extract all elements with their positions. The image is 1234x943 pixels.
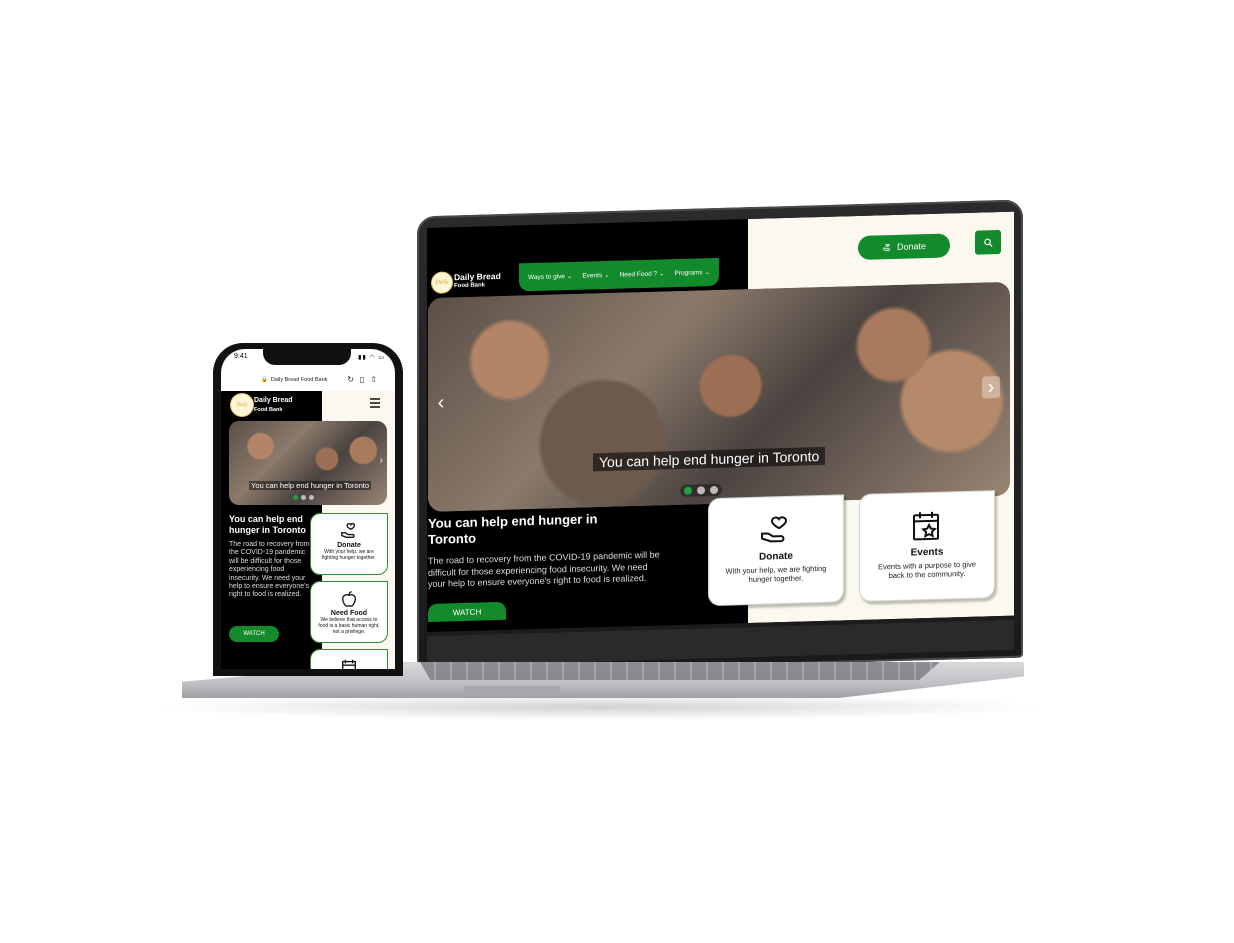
card-title: Events: [910, 546, 944, 559]
card-title: Need Food: [330, 610, 368, 617]
page-heading: You can help end hunger in Toronto: [229, 514, 306, 535]
hand-heart-icon: [341, 522, 356, 538]
carousel-dot[interactable]: [710, 485, 718, 495]
status-time: 9:41: [234, 353, 248, 360]
hero-caption: You can help end hunger in Toronto: [593, 446, 826, 472]
chevron-down-icon: ⌄: [604, 271, 610, 280]
laptop-keyboard: [420, 662, 940, 680]
carousel-indicators: [293, 495, 314, 500]
lock-icon: 🔒: [261, 377, 268, 383]
share-icon[interactable]: ⇧: [370, 375, 383, 384]
nav-item-need-food[interactable]: Need Food ? ⌄: [620, 269, 665, 278]
nav-item-programs[interactable]: Programs ⌄: [675, 268, 710, 277]
events-card[interactable]: [310, 649, 388, 669]
calendar-star-icon: [913, 511, 939, 541]
carousel-next-button[interactable]: ›: [982, 375, 1000, 399]
nav-item-ways-to-give[interactable]: Ways to give ⌄: [528, 272, 572, 281]
carousel-dot[interactable]: [301, 495, 306, 500]
hero-caption: You can help end hunger in Toronto: [249, 481, 372, 490]
nav-item-events[interactable]: Events ⌄: [582, 271, 609, 280]
intro-text: The road to recovery from the COVID-19 p…: [428, 549, 660, 589]
phone-screen: 9:41 ▮▮ ◠ ▭ 🔒 Daily Bread Food Bank ↻▯⇧ …: [221, 349, 395, 669]
donate-button[interactable]: Donate: [858, 233, 950, 260]
chevron-down-icon: ⌄: [658, 270, 665, 278]
brand-subname: Food Bank: [454, 282, 485, 290]
chevron-left-icon: ‹: [437, 391, 445, 414]
brand-logo[interactable]: Daily: [230, 393, 254, 417]
laptop-opening-notch: [464, 686, 560, 694]
hand-heart-icon: [883, 243, 890, 251]
card-description: We believe that access to food is a basi…: [318, 617, 380, 635]
carousel-dot[interactable]: [293, 495, 298, 500]
phone-notch: [263, 349, 351, 365]
chevron-down-icon: ⌄: [566, 272, 573, 281]
hand-heart-icon: [761, 516, 788, 543]
bookmark-icon[interactable]: ▯: [360, 375, 370, 384]
brand-subname: Food Bank: [254, 407, 283, 413]
carousel-dot[interactable]: [697, 486, 705, 495]
watch-button[interactable]: WATCH: [428, 601, 506, 622]
donate-card[interactable]: Donate With your help, we are fighting h…: [310, 513, 388, 575]
reload-icon[interactable]: ↻: [347, 375, 360, 384]
watch-button[interactable]: WATCH: [229, 626, 279, 642]
hero-carousel[interactable]: ‹ › You can help end hunger in Toronto: [428, 281, 1010, 512]
chevron-right-icon: ›: [987, 376, 995, 399]
apple-icon: [342, 591, 356, 607]
carousel-dot[interactable]: [309, 495, 314, 500]
card-description: Events with a purpose to give back to th…: [878, 559, 976, 581]
page-heading: You can help end hunger in Toronto: [428, 511, 598, 547]
chevron-down-icon: ⌄: [704, 269, 710, 277]
calendar-icon: [342, 659, 356, 669]
card-description: With your help, we are fighting hunger t…: [322, 549, 376, 561]
intro-text: The road to recovery from the COVID-19 p…: [229, 541, 310, 599]
card-description: With your help, we are fighting hunger t…: [725, 563, 827, 585]
hero-carousel[interactable]: › You can help end hunger in Toronto: [229, 421, 387, 505]
need-food-card[interactable]: Need Food We believe that access to food…: [310, 581, 388, 643]
main-nav: Ways to give ⌄ Events ⌄ Need Food ? ⌄ Pr…: [519, 257, 719, 292]
brand-name: Daily Bread: [254, 397, 293, 404]
url-field[interactable]: 🔒 Daily Bread Food Bank: [261, 377, 327, 383]
search-button[interactable]: [975, 229, 1001, 255]
signal-wifi-battery-icon: ▮▮ ◠ ▭: [358, 355, 385, 361]
search-icon: [983, 238, 993, 247]
card-title: Donate: [337, 542, 361, 549]
card-title: Donate: [759, 550, 793, 563]
brand-name: Daily Bread: [454, 270, 501, 283]
carousel-prev-button[interactable]: ‹: [432, 391, 450, 414]
carousel-indicators: [680, 483, 722, 497]
brand-logo[interactable]: Daily: [431, 271, 453, 294]
laptop-screen: Daily Daily Bread Food Bank Ways to give…: [427, 211, 1014, 632]
donate-card[interactable]: Donate With your help, we are fighting h…: [708, 494, 844, 607]
browser-actions: ↻▯⇧: [347, 375, 383, 384]
hamburger-menu-icon[interactable]: [369, 397, 381, 409]
events-card[interactable]: Events Events with a purpose to give bac…: [859, 490, 995, 602]
chevron-right-icon[interactable]: ›: [380, 455, 383, 466]
carousel-dot[interactable]: [684, 486, 692, 495]
